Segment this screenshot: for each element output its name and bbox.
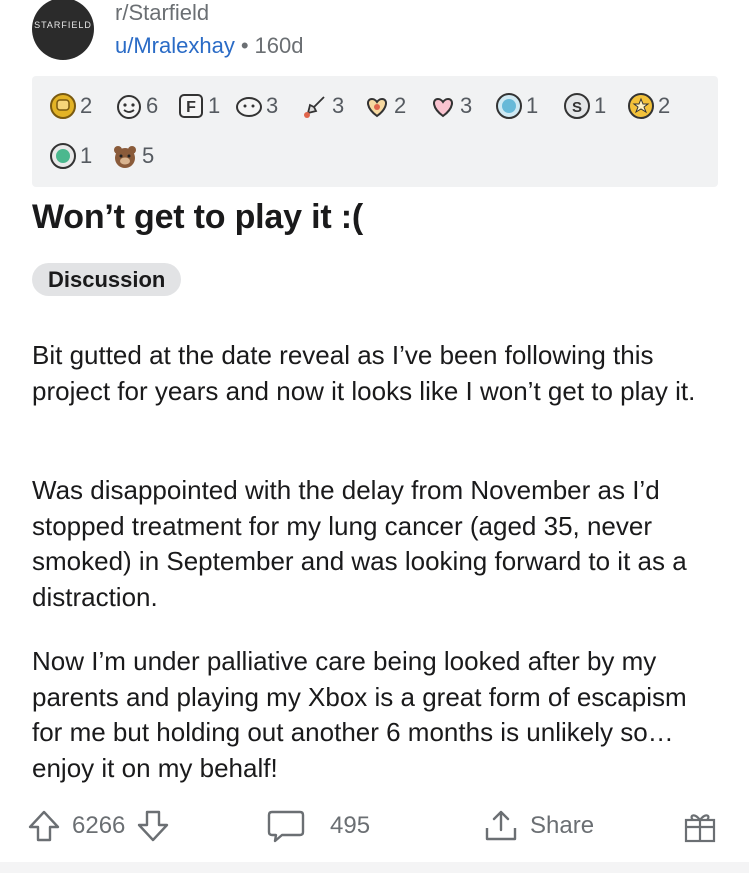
comments-button[interactable]: 495 [266, 808, 370, 844]
svg-text:F: F [186, 99, 196, 116]
award-heart[interactable]: 2 [362, 90, 406, 122]
bear-award-icon [110, 141, 140, 171]
post-meta: u/Mralexhay • 160d [115, 33, 304, 59]
mod-badge-award-icon [48, 141, 78, 171]
award-count: 2 [80, 93, 93, 118]
award-platinum[interactable]: 1 [494, 90, 538, 122]
award-gold[interactable]: 2 [626, 90, 670, 122]
subreddit-name[interactable]: r/Starfield [115, 0, 209, 26]
awards-panel[interactable]: 2 6 F 1 3 3 2 3 1 S 1 2 1 5 [32, 76, 718, 187]
helpful-hand-award-icon [48, 91, 78, 121]
award-count: 5 [142, 143, 155, 168]
meta-separator: • [240, 33, 249, 58]
take-my-energy-award-icon [234, 91, 264, 121]
award-take-my-energy[interactable]: 3 [234, 90, 278, 122]
post-actions-bar: 6266 495 Share [0, 800, 749, 852]
press-f-award-icon: F [176, 91, 206, 121]
award-count: 2 [658, 93, 671, 118]
award-count: 6 [146, 93, 159, 118]
award-count: 1 [80, 143, 93, 168]
svg-text:S: S [572, 99, 582, 116]
award-count: 1 [594, 93, 607, 118]
author-username[interactable]: u/Mralexhay [115, 33, 235, 58]
post-flair[interactable]: Discussion [32, 263, 182, 296]
post-title: Won’t get to play it :( [32, 198, 363, 236]
post-body-paragraph: Bit gutted at the date reveal as I’ve be… [32, 340, 696, 406]
post-age: 160d [254, 33, 304, 58]
gold-award-icon [626, 91, 656, 121]
award-mod-badge[interactable]: 1 [48, 140, 92, 172]
comment-count: 495 [330, 812, 371, 839]
award-bear[interactable]: 5 [110, 140, 154, 172]
post-header: STARFIELD r/Starfield u/Mralexhay • 160d [32, 0, 722, 64]
subreddit-avatar[interactable]: STARFIELD [32, 0, 94, 60]
post-body-paragraph: Now I’m under palliative care being look… [32, 646, 687, 783]
award-count: 1 [208, 93, 221, 118]
silver-award-icon: S [562, 91, 592, 121]
heart-award-icon [362, 91, 392, 121]
bottom-divider [0, 862, 749, 873]
award-silver[interactable]: S 1 [562, 90, 606, 122]
post-body-paragraph: Was disappointed with the delay from Nov… [32, 475, 687, 612]
vote-controls: 6266 [26, 808, 171, 844]
award-count: 3 [460, 93, 473, 118]
share-label: Share [530, 812, 595, 839]
subreddit-logo-text: STARFIELD [34, 20, 92, 30]
platinum-award-icon [494, 91, 524, 121]
award-count: 3 [332, 93, 345, 118]
award-helpful[interactable]: 2 [48, 90, 92, 122]
upvote-icon[interactable] [26, 808, 62, 844]
share-icon [482, 808, 520, 844]
award-wholesome[interactable]: 6 [114, 90, 158, 122]
comment-bubble-icon [266, 808, 306, 844]
upvote-count: 6266 [72, 812, 126, 839]
rocket-award-icon [300, 91, 330, 121]
gift-icon [682, 808, 718, 844]
share-button[interactable]: Share [482, 808, 594, 844]
hug-award-icon [428, 91, 458, 121]
award-rocket[interactable]: 3 [300, 90, 344, 122]
award-gift-button[interactable] [682, 808, 718, 844]
award-count: 3 [266, 93, 279, 118]
award-hug[interactable]: 3 [428, 90, 472, 122]
award-press-f[interactable]: F 1 [176, 90, 220, 122]
downvote-icon[interactable] [135, 808, 171, 844]
wholesome-award-icon [114, 91, 144, 121]
award-count: 2 [394, 93, 407, 118]
award-count: 1 [526, 93, 539, 118]
